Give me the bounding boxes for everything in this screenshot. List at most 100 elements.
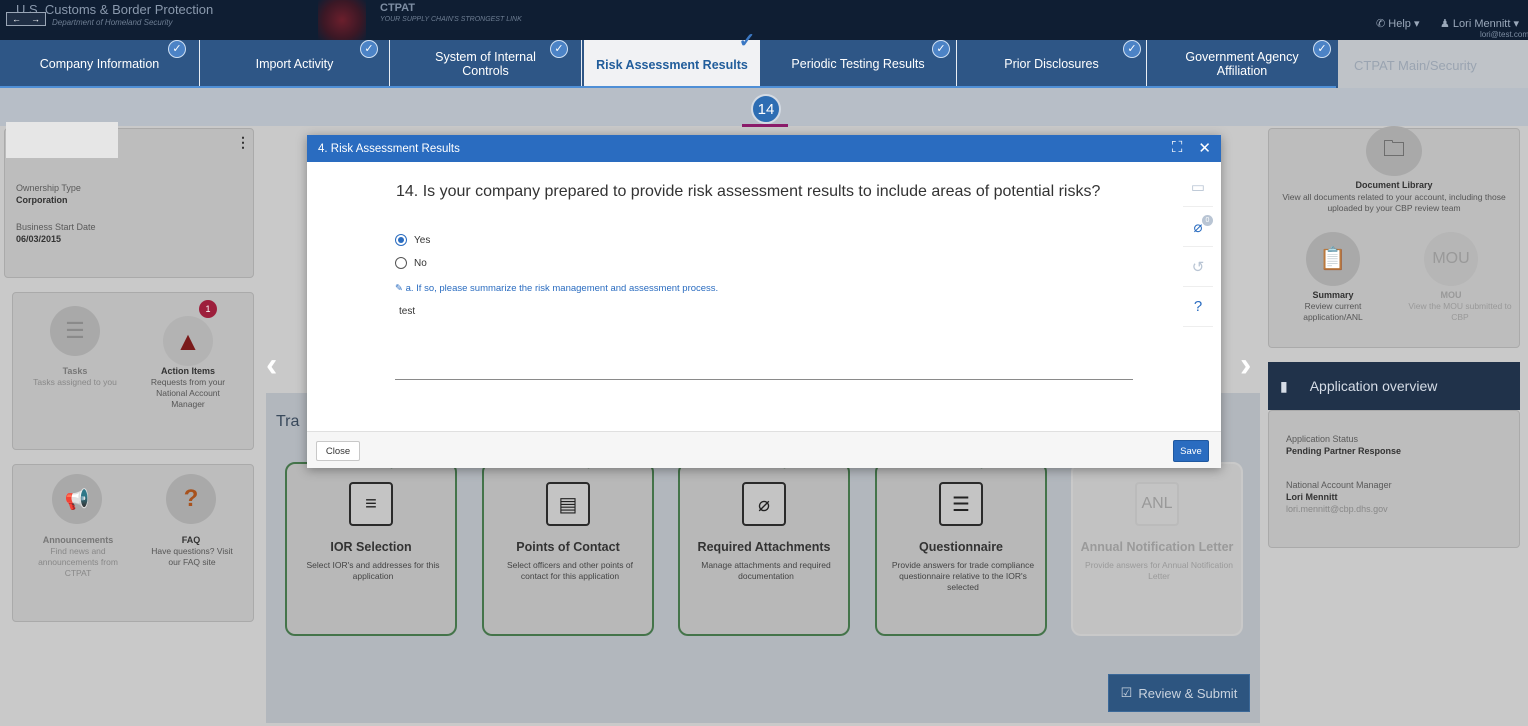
announcements-tile[interactable]: 📢 bbox=[52, 474, 102, 524]
back-arrow-icon[interactable]: ← bbox=[12, 14, 21, 24]
doclib-desc: View all documents related to your accou… bbox=[1282, 192, 1506, 213]
nam-label: National Account Manager bbox=[1286, 480, 1392, 490]
card-title: IOR Selection bbox=[330, 540, 412, 554]
announcements-desc: Find news and announcements from CTPAT bbox=[38, 546, 118, 578]
action-items-desc: Requests from your National Account Mana… bbox=[150, 377, 226, 409]
paperclip-icon: ⌀ bbox=[742, 482, 786, 526]
card-points-of-contact[interactable]: ✓ ▤ Points of Contact Select officers an… bbox=[482, 454, 654, 636]
next-chevron-icon[interactable]: › bbox=[1240, 346, 1251, 385]
help-circle-icon[interactable]: ? bbox=[1183, 287, 1213, 327]
announcements-title: Announcements bbox=[42, 535, 114, 545]
check-icon: ✓ bbox=[168, 40, 186, 58]
forward-arrow-icon[interactable]: → bbox=[31, 14, 40, 24]
expand-icon[interactable]: ⛶ bbox=[1172, 139, 1183, 157]
card-title: Annual Notification Letter bbox=[1080, 540, 1234, 554]
mou-tile: MOU bbox=[1424, 232, 1478, 286]
doclib-title: Document Library bbox=[1355, 180, 1433, 190]
program-name: CTPAT bbox=[380, 2, 416, 14]
top-bar: U.S. Customs & Border Protection Departm… bbox=[0, 0, 1528, 40]
faq-tile[interactable]: ? bbox=[166, 474, 216, 524]
modal-title: 4. Risk Assessment Results bbox=[318, 142, 460, 155]
contact-card-icon: ▤ bbox=[546, 482, 590, 526]
mou-icon: MOU bbox=[1432, 250, 1470, 267]
tab-import-activity[interactable]: Import Activity ✓ bbox=[200, 40, 390, 88]
check-icon: ✓ bbox=[360, 40, 378, 58]
review-submit-button[interactable]: ☑ Review & Submit bbox=[1108, 674, 1250, 712]
mou-title: MOU bbox=[1440, 290, 1462, 300]
attachment-icon[interactable]: ⌀ 0 bbox=[1183, 207, 1213, 247]
close-button[interactable]: Close bbox=[316, 441, 360, 461]
answer-textarea[interactable]: test bbox=[395, 302, 1133, 380]
modal-header: 4. Risk Assessment Results ⛶ ✕ bbox=[307, 135, 1221, 162]
clipboard-icon: 📋 bbox=[1319, 246, 1347, 271]
card-desc: Provide answers for Annual Notification … bbox=[1085, 560, 1233, 581]
faq-title: FAQ bbox=[181, 535, 201, 545]
step-number-badge: 14 bbox=[751, 94, 781, 124]
card-desc: Provide answers for trade compliance que… bbox=[891, 560, 1035, 592]
document-icon: ☰ bbox=[939, 482, 983, 526]
mou-desc: View the MOU submitted to CBP bbox=[1408, 301, 1512, 322]
card-ior-selection[interactable]: ✓ ≡ IOR Selection Select IOR's and addre… bbox=[285, 454, 457, 636]
tab-risk-assessment-results[interactable]: Risk Assessment Results ✓ bbox=[584, 31, 760, 98]
more-options-icon[interactable]: ⋮ bbox=[236, 134, 250, 151]
nam-email: lori.mennitt@cbp.dhs.gov bbox=[1286, 504, 1388, 514]
application-overview-header: ▮ Application overview bbox=[1268, 362, 1520, 410]
question-text: 14. Is your company prepared to provide … bbox=[396, 183, 1101, 200]
card-title: Points of Contact bbox=[516, 540, 620, 554]
user-menu[interactable]: ♟ Lori Mennitt ▾ bbox=[1440, 17, 1519, 30]
status-value: Pending Partner Response bbox=[1286, 446, 1402, 456]
start-date-label: Business Start Date bbox=[16, 222, 96, 232]
side-toolbar: ▭ ⌀ 0 ↺ ? bbox=[1183, 167, 1213, 327]
user-email: lori@test.com bbox=[1480, 30, 1528, 39]
list-icon: ☰ bbox=[65, 318, 85, 343]
card-desc: Select IOR's and addresses for this appl… bbox=[306, 560, 440, 581]
tab-prior-disclosures[interactable]: Prior Disclosures ✓ bbox=[957, 40, 1147, 88]
card-required-attachments[interactable]: ✓ ⌀ Required Attachments Manage attachme… bbox=[678, 454, 850, 636]
tab-company-information[interactable]: Company Information ✓ bbox=[0, 40, 200, 88]
tab-government-agency-affiliation[interactable]: Government Agency Affiliation ✓ bbox=[1147, 40, 1337, 88]
question-icon: ? bbox=[183, 485, 199, 512]
flag-logo bbox=[318, 0, 366, 40]
browser-nav: ← → bbox=[6, 12, 46, 26]
radio-yes-label: Yes bbox=[414, 234, 431, 246]
company-name-placeholder bbox=[6, 122, 118, 158]
card-annual-notification-letter: ANL Annual Notification Letter Provide a… bbox=[1071, 462, 1243, 636]
workflow-title: Tra bbox=[276, 413, 300, 430]
status-label: Application Status bbox=[1286, 434, 1359, 444]
card-questionnaire[interactable]: ✓ ☰ Questionnaire Provide answers for tr… bbox=[875, 454, 1047, 636]
folder-icon: 🗀 bbox=[1382, 136, 1405, 161]
action-items-tile[interactable]: ▲ bbox=[163, 316, 213, 366]
tab-system-of-internal-controls[interactable]: System of Internal Controls ✓ bbox=[390, 40, 582, 88]
summary-tile[interactable]: 📋 bbox=[1306, 232, 1360, 286]
user-icon: ♟ bbox=[1440, 18, 1453, 30]
tab-periodic-testing-results[interactable]: Periodic Testing Results ✓ bbox=[760, 40, 957, 88]
megaphone-icon: 📢 bbox=[64, 488, 90, 511]
ownership-label: Ownership Type bbox=[16, 183, 81, 193]
faq-desc: Have questions? Visit our FAQ site bbox=[151, 546, 233, 567]
tasks-tile[interactable]: ☰ bbox=[50, 306, 100, 356]
close-icon[interactable]: ✕ bbox=[1198, 139, 1211, 157]
edit-icon: ✎ bbox=[395, 283, 406, 294]
card-desc: Select officers and other points of cont… bbox=[506, 560, 633, 581]
modal-footer: Close Save bbox=[307, 431, 1221, 468]
ctpat-main-link[interactable]: CTPAT Main/Security bbox=[1338, 40, 1528, 88]
prev-chevron-icon[interactable]: ‹ bbox=[266, 346, 277, 385]
radio-selected-icon[interactable] bbox=[395, 234, 407, 246]
document-library-tile[interactable]: 🗀 bbox=[1366, 126, 1422, 176]
start-date-value: 06/03/2015 bbox=[16, 234, 62, 244]
check-icon: ✓ bbox=[1123, 40, 1141, 58]
check-icon: ✓ bbox=[738, 30, 756, 52]
step-tabs: Company Information ✓ Import Activity ✓ … bbox=[0, 31, 1528, 98]
radio-unselected-icon[interactable] bbox=[395, 257, 407, 269]
radio-yes[interactable]: Yes bbox=[395, 234, 430, 246]
attachment-count: 0 bbox=[1202, 215, 1213, 226]
map-icon: ▮ bbox=[1280, 377, 1288, 394]
radio-no[interactable]: No bbox=[395, 257, 427, 269]
history-icon[interactable]: ↺ bbox=[1183, 247, 1213, 287]
help-menu[interactable]: ✆ Help ▾ bbox=[1376, 17, 1419, 30]
save-button[interactable]: Save bbox=[1173, 440, 1209, 462]
overview-panel bbox=[1268, 410, 1520, 548]
warning-icon: ▲ bbox=[175, 325, 201, 356]
comment-icon[interactable]: ▭ bbox=[1183, 167, 1213, 207]
check-icon: ✓ bbox=[932, 40, 950, 58]
